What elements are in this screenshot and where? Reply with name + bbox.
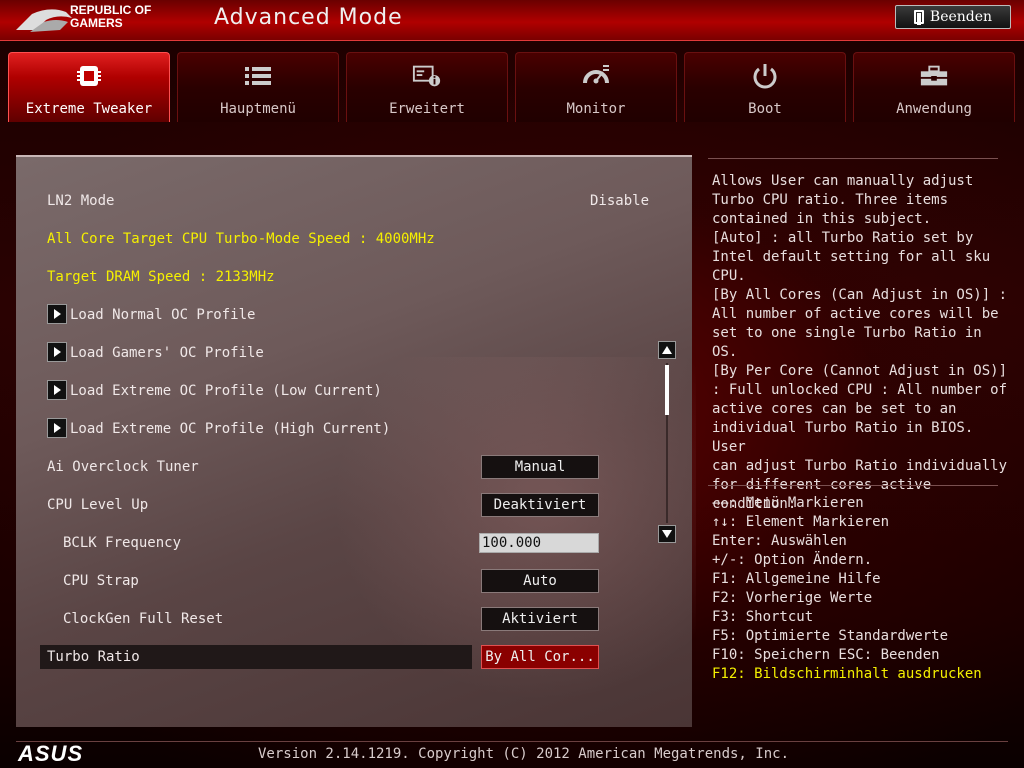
chevron-right-icon — [47, 304, 67, 324]
cpu-level-up-select[interactable]: Deaktiviert — [481, 493, 599, 517]
chevron-right-icon — [47, 342, 67, 362]
chevron-right-icon — [47, 380, 67, 400]
brand-line-2: GAMERS — [70, 16, 123, 30]
profile-label: Load Extreme OC Profile (Low Current) — [70, 383, 382, 399]
header-bar: REPUBLIC OF GAMERS Advanced Mode Beenden — [0, 0, 1024, 41]
tab-monitor[interactable]: Monitor — [515, 52, 677, 122]
profile-label: Load Extreme OC Profile (High Current) — [70, 421, 391, 437]
version-text: Version 2.14.1219. Copyright (C) 2012 Am… — [258, 746, 790, 762]
settings-panel: LN2 Mode Disable All Core Target CPU Tur… — [16, 155, 696, 727]
tab-label: Monitor — [566, 101, 626, 117]
load-extreme-oc-profile-high[interactable]: Load Extreme OC Profile (High Current) — [47, 418, 390, 440]
key-hint: F10: Speichern ESC: Beenden — [712, 647, 940, 663]
scroll-up-arrow-icon[interactable] — [658, 341, 676, 359]
brand-text: REPUBLIC OF GAMERS — [70, 4, 190, 30]
footer-divider — [16, 741, 1008, 742]
help-divider-top — [708, 158, 998, 159]
clockgen-full-reset-select[interactable]: Aktiviert — [481, 607, 599, 631]
cpu-turbo-speed-info: All Core Target CPU Turbo-Mode Speed : 4… — [47, 231, 435, 247]
asus-logo: ASUS — [18, 741, 84, 766]
ai-overclock-tuner-label: Ai Overclock Tuner — [47, 459, 199, 475]
tab-label: Extreme Tweaker — [25, 101, 153, 117]
tab-boot[interactable]: Boot — [684, 52, 846, 122]
tab-label: Hauptmenü — [220, 101, 296, 117]
key-hint-print-screen: F12: Bildschirminhalt ausdrucken — [712, 666, 982, 682]
key-legend: →←: Menü Markieren ↑↓: Element Markieren… — [712, 494, 1012, 684]
cpu-strap-select[interactable]: Auto — [481, 569, 599, 593]
profile-label: Load Normal OC Profile — [70, 307, 256, 323]
key-hint: Enter: Auswählen — [712, 533, 847, 549]
tab-erweitert[interactable]: Erweitert — [346, 52, 508, 122]
ln2-mode-label: LN2 Mode — [47, 193, 115, 209]
dram-speed-info: Target DRAM Speed : 2133MHz — [47, 269, 275, 285]
page-title: Advanced Mode — [214, 5, 403, 30]
load-normal-oc-profile[interactable]: Load Normal OC Profile — [47, 304, 255, 326]
power-icon — [750, 63, 780, 89]
help-divider-middle — [708, 485, 998, 486]
door-icon — [913, 10, 924, 25]
key-hint: F5: Optimierte Standardwerte — [712, 628, 949, 644]
exit-button[interactable]: Beenden — [895, 5, 1011, 29]
key-hint: F3: Shortcut — [712, 609, 814, 625]
profile-label: Load Gamers' OC Profile — [70, 345, 264, 361]
key-hint: →←: Menü Markieren — [712, 495, 864, 511]
list-icon — [243, 63, 273, 89]
turbo-ratio-label: Turbo Ratio — [47, 649, 140, 665]
cpu-strap-label: CPU Strap — [63, 573, 139, 589]
bclk-frequency-input[interactable]: 100.000 — [479, 533, 599, 553]
tab-label: Boot — [748, 101, 782, 117]
tab-label: Anwendung — [896, 101, 972, 117]
scroll-down-arrow-icon[interactable] — [658, 525, 676, 543]
key-hint: F1: Allgemeine Hilfe — [712, 571, 881, 587]
key-hint: ↑↓: Element Markieren — [712, 514, 890, 530]
cpu-chip-icon — [74, 63, 104, 89]
chevron-right-icon — [47, 418, 67, 438]
key-hint: F2: Vorherige Werte — [712, 590, 873, 606]
clockgen-full-reset-label: ClockGen Full Reset — [63, 611, 224, 627]
exit-button-label: Beenden — [929, 9, 993, 25]
ai-overclock-tuner-select[interactable]: Manual — [481, 455, 599, 479]
ln2-mode-value: Disable — [590, 193, 650, 209]
bclk-frequency-label: BCLK Frequency — [63, 535, 182, 551]
tab-anwendung[interactable]: Anwendung — [853, 52, 1015, 122]
advanced-info-icon — [412, 63, 442, 89]
ln2-mode-row: LN2 Mode Disable — [47, 190, 650, 212]
tab-hauptmenu[interactable]: Hauptmenü — [177, 52, 339, 122]
tab-extreme-tweaker[interactable]: Extreme Tweaker — [8, 52, 170, 122]
gauge-icon — [581, 63, 611, 89]
load-extreme-oc-profile-low[interactable]: Load Extreme OC Profile (Low Current) — [47, 380, 382, 402]
key-hint: +/-: Option Ändern. — [712, 552, 873, 568]
tab-label: Erweitert — [389, 101, 465, 117]
toolbox-icon — [919, 63, 949, 89]
cpu-level-up-label: CPU Level Up — [47, 497, 149, 513]
load-gamers-oc-profile[interactable]: Load Gamers' OC Profile — [47, 342, 264, 364]
scrollbar-thumb[interactable] — [665, 365, 669, 415]
turbo-ratio-select[interactable]: By All Cor... — [481, 645, 599, 669]
help-description: Allows User can manually adjust Turbo CP… — [712, 173, 1008, 512]
